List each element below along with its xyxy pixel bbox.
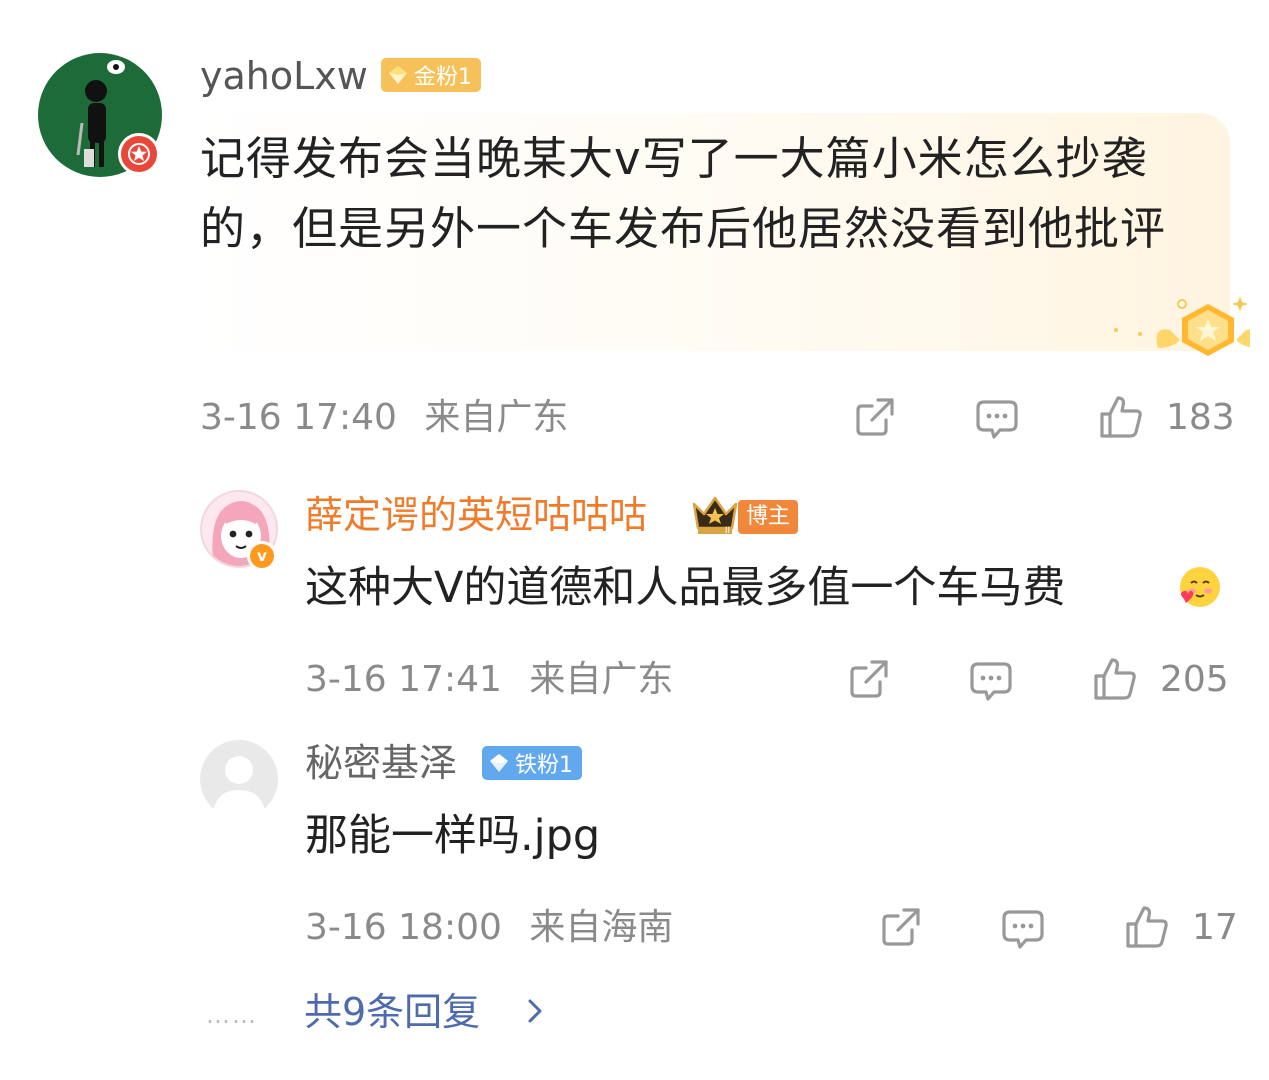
reply-avatar[interactable] [200,740,278,818]
share-icon[interactable] [878,904,924,950]
fan-badge-label: 铁粉1 [515,753,573,778]
fan-badge-label: 金粉1 [414,65,472,90]
reply-text: 那能一样吗.jpg [305,811,601,861]
like-icon[interactable] [1098,394,1144,440]
reply-location: 来自海南 [529,907,674,948]
reply-time: 3-16 17:41 来自广东 [305,658,673,702]
like-count: 17 [1192,907,1238,948]
reply-text: 这种大V的道德和人品最多值一个车马费 [305,563,1066,613]
verified-badge-icon [118,133,160,175]
shy-face-emoji-icon [1180,567,1220,607]
reply-time-value: 3-16 18:00 [305,907,502,948]
reply-location: 来自广东 [529,659,674,700]
fan-level-badge: 铁粉1 [482,746,582,780]
comment-text: 记得发布会当晚某大v写了一大篇小米怎么抄袭的，但是另外一个车发布后他居然没看到他… [200,132,1167,255]
gold-gem-icon [389,66,407,84]
more-dots: …… [206,1001,258,1029]
like-count: 183 [1166,397,1235,438]
fan-level-badge: 金粉1 [381,58,481,92]
like-icon[interactable] [1092,656,1138,702]
crown-icon: II [692,496,738,535]
comment-time: 3-16 17:40 来自广东 [200,396,568,440]
comment-location: 来自广东 [424,397,569,438]
reply-time: 3-16 18:00 来自海南 [305,906,673,950]
medal-icon [1114,296,1250,356]
like-icon[interactable] [1124,904,1170,950]
comment-time-value: 3-16 17:40 [200,397,397,438]
comment-icon[interactable] [968,658,1014,704]
reply-time-value: 3-16 17:41 [305,659,502,700]
blogger-badge: 博主 [738,500,799,534]
share-icon[interactable] [846,656,892,702]
chevron-right-icon[interactable] [524,993,548,1029]
verified-v-icon: v [247,541,277,571]
reply-username[interactable]: 薛定谔的英短咕咕咕 [305,490,647,540]
like-count: 205 [1160,659,1229,700]
reply-username[interactable]: 秘密基泽 [305,738,457,788]
comment-username[interactable]: yahoLxw [200,52,368,100]
share-icon[interactable] [852,394,898,440]
comment-icon[interactable] [1000,906,1046,952]
comment-icon[interactable] [974,396,1020,442]
iron-gem-icon [490,754,508,772]
view-more-replies-link[interactable]: 共9条回复 [304,988,480,1036]
svg-text:II: II [725,525,730,535]
